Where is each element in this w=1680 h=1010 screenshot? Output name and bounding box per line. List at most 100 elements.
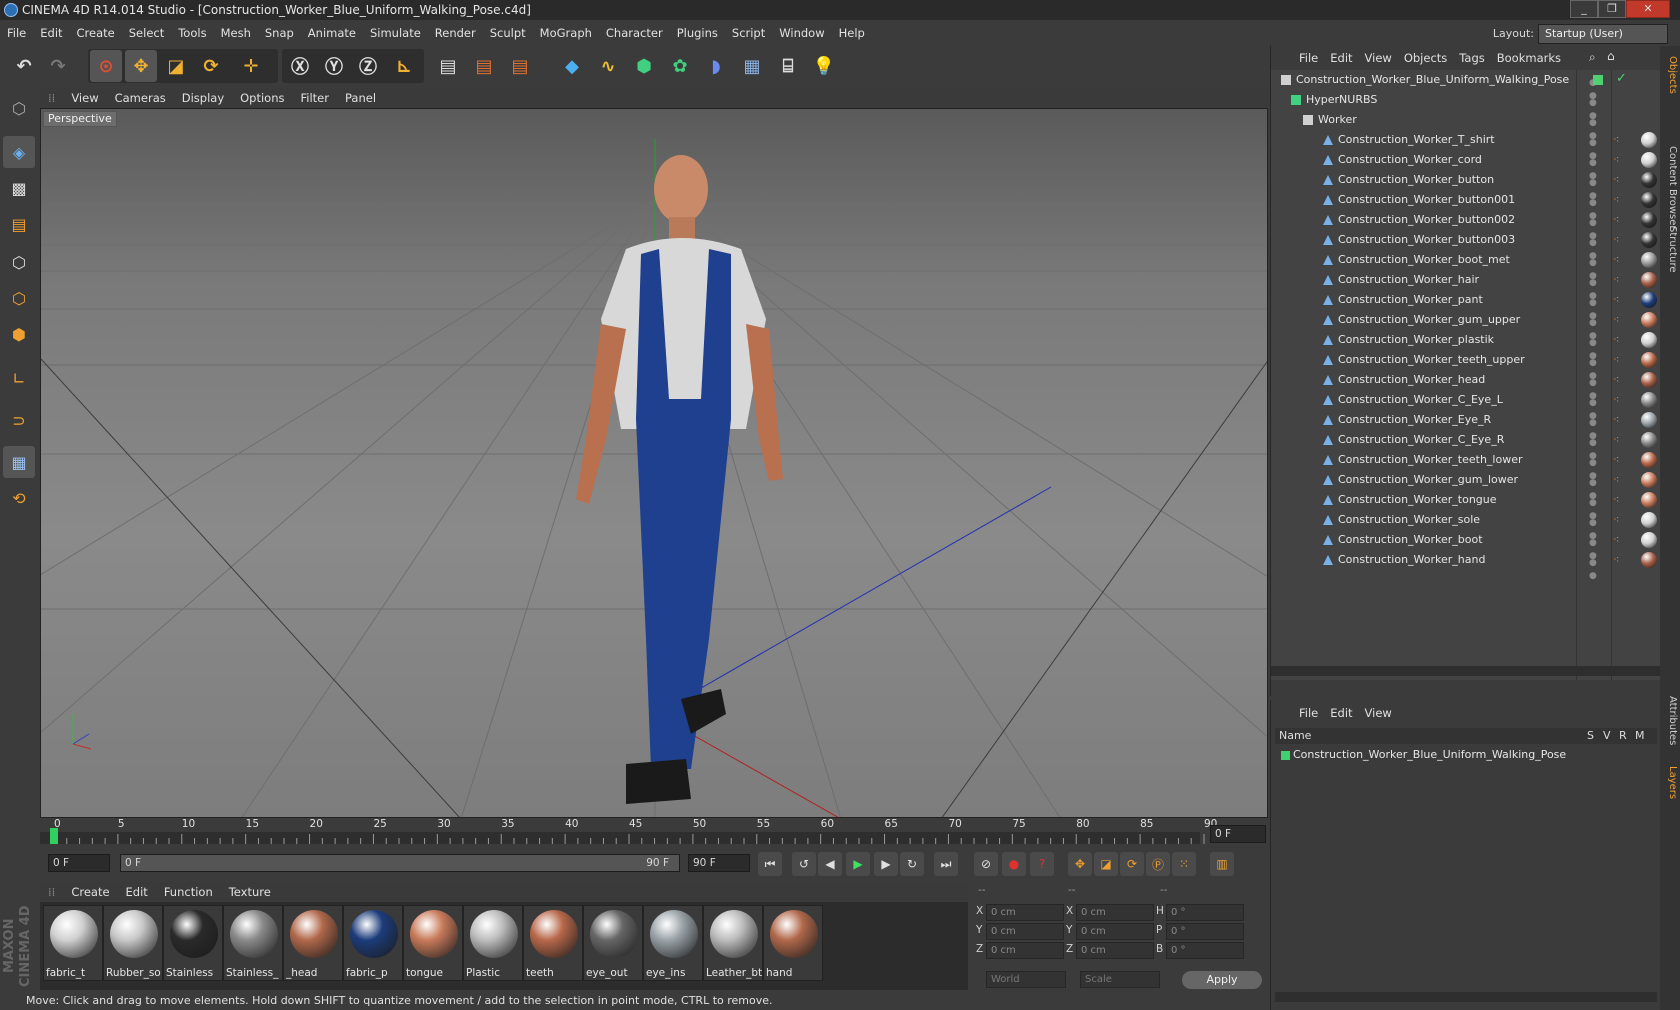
visibility-dots[interactable]: ● ●	[1589, 355, 1603, 381]
record-active-icon[interactable]: ●	[1002, 852, 1026, 876]
x-axis-icon[interactable]: Ⓧ	[284, 50, 316, 82]
object-row-root[interactable]: Construction_Worker_Blue_Uniform_Walking…	[1271, 70, 1576, 90]
object-row[interactable]: Construction_Worker_sole	[1271, 510, 1576, 530]
close-window-button[interactable]: ✕	[1626, 0, 1670, 18]
material-swatch[interactable]: eye_out	[583, 905, 643, 981]
model-mode-icon[interactable]: ◈	[3, 136, 35, 168]
floor-icon[interactable]: ▦	[736, 50, 768, 82]
material-tags[interactable]: ⁖	[1611, 310, 1661, 330]
home-icon[interactable]: ⌂	[1607, 49, 1615, 63]
object-menu-bookmarks[interactable]: Bookmarks	[1491, 48, 1567, 68]
go-to-start-icon[interactable]: ⏮	[758, 852, 782, 876]
timeline-ruler[interactable]: 0 5 10 15 20 25 30 35 40 45 50 55 60 65 70 75 80 85 90 0 F	[40, 818, 1268, 846]
visibility-dots[interactable]: ● ●	[1589, 515, 1603, 541]
coord-value-field[interactable]: 0 cm	[986, 942, 1064, 959]
nurbs-icon[interactable]: ⬢	[628, 50, 660, 82]
material-tags[interactable]: ⁖	[1611, 550, 1661, 570]
viewport-menu-filter[interactable]: Filter	[293, 88, 337, 108]
material-tags[interactable]: ⁖	[1611, 470, 1661, 490]
visibility-dots[interactable]: ● ●	[1589, 395, 1603, 421]
coord-mode-dropdown[interactable]: Scale	[1080, 971, 1160, 988]
key-pla-icon[interactable]: ⁙	[1172, 852, 1196, 876]
previous-key-icon[interactable]: ↺	[792, 852, 816, 876]
visibility-dots[interactable]: ● ●	[1589, 135, 1603, 161]
visibility-dots[interactable]: ● ●	[1589, 535, 1603, 561]
object-h-scrollbar[interactable]	[1271, 666, 1661, 676]
object-menu-tags[interactable]: Tags	[1453, 48, 1490, 68]
search-icon[interactable]: ⌕	[1589, 50, 1596, 65]
sidetab-content-browser[interactable]: Content Browser	[1662, 146, 1678, 229]
material-tags[interactable]: ⁖	[1611, 390, 1661, 410]
spline-pen-icon[interactable]: ∿	[592, 50, 624, 82]
material-swatch[interactable]: Stainless_	[223, 905, 283, 981]
material-menu-texture[interactable]: Texture	[221, 882, 279, 902]
snap-magnet-icon[interactable]: ⊃	[3, 404, 35, 436]
restore-button[interactable]: ❐	[1598, 0, 1626, 18]
object-row[interactable]: Construction_Worker_button001	[1271, 190, 1576, 210]
material-tags[interactable]: ⁖	[1611, 530, 1661, 550]
previous-frame-icon[interactable]: ◀	[818, 852, 842, 876]
visibility-dots[interactable]: ● ●	[1589, 235, 1603, 261]
visibility-dots[interactable]: ● ●	[1589, 295, 1603, 321]
add-tool-icon[interactable]: ✛	[235, 50, 267, 82]
material-tags[interactable]: ⁖	[1611, 450, 1661, 470]
menu-edit[interactable]: Edit	[33, 22, 69, 44]
material-menu-edit[interactable]: Edit	[118, 882, 156, 902]
object-menu-objects[interactable]: Objects	[1398, 48, 1453, 68]
visibility-dots[interactable]: ● ●	[1589, 115, 1603, 141]
visibility-dots[interactable]: ● ●	[1589, 475, 1603, 501]
cube-object-icon[interactable]: ◆	[556, 50, 588, 82]
object-row[interactable]: Construction_Worker_teeth_upper	[1271, 350, 1576, 370]
visibility-dots[interactable]: ● ●	[1589, 155, 1603, 181]
viewport-menu-display[interactable]: Display	[174, 88, 232, 108]
key-parameter-icon[interactable]: Ⓟ	[1146, 852, 1170, 876]
menu-tools[interactable]: Tools	[171, 22, 213, 44]
coordinate-system-icon[interactable]: ⊾	[388, 50, 420, 82]
object-row[interactable]: Construction_Worker_Eye_R	[1271, 410, 1576, 430]
material-swatch[interactable]: _head	[283, 905, 343, 981]
sidetab-layers[interactable]: Layers	[1662, 766, 1678, 799]
material-menu-function[interactable]: Function	[156, 882, 221, 902]
viewport-menu-options[interactable]: Options	[232, 88, 292, 108]
layer-menu-file[interactable]: File	[1293, 704, 1324, 722]
edges-mode-icon[interactable]: ⬡	[3, 282, 35, 314]
menu-animate[interactable]: Animate	[301, 22, 363, 44]
visibility-dots[interactable]: ● ●	[1589, 275, 1603, 301]
coord-value-field[interactable]: 0 cm	[1076, 923, 1154, 940]
menu-render[interactable]: Render	[428, 22, 483, 44]
menu-window[interactable]: Window	[772, 22, 831, 44]
object-menu-file[interactable]: File	[1293, 48, 1324, 68]
material-tags[interactable]: ⁖	[1611, 150, 1661, 170]
layer-h-scrollbar[interactable]	[1275, 992, 1657, 1002]
light-icon[interactable]: 💡	[808, 50, 840, 82]
object-row[interactable]: Construction_Worker_gum_upper	[1271, 310, 1576, 330]
material-swatch[interactable]: hand	[763, 905, 823, 981]
start-frame-field[interactable]: 0 F	[48, 854, 110, 872]
visibility-dots[interactable]: ● ●	[1589, 415, 1603, 441]
menu-file[interactable]: File	[0, 22, 33, 44]
material-swatch[interactable]: Stainless	[163, 905, 223, 981]
perspective-viewport[interactable]: Perspective	[40, 108, 1268, 818]
object-row[interactable]: Construction_Worker_hand	[1271, 550, 1576, 570]
sidetab-structure[interactable]: Structure	[1662, 226, 1678, 273]
record-position-icon[interactable]: ⊘	[974, 852, 998, 876]
coord-value-field[interactable]: 0 cm	[1076, 904, 1154, 921]
object-row[interactable]: Construction_Worker_plastik	[1271, 330, 1576, 350]
visibility-dots[interactable]: ● ●	[1589, 315, 1603, 341]
material-swatch[interactable]: teeth	[523, 905, 583, 981]
coord-system-dropdown[interactable]: World	[986, 971, 1066, 988]
material-swatch[interactable]: Plastic	[463, 905, 523, 981]
menu-help[interactable]: Help	[832, 22, 872, 44]
material-tags[interactable]: ⁖	[1611, 270, 1661, 290]
material-swatch[interactable]: tongue	[403, 905, 463, 981]
coord-value-field[interactable]: 0 cm	[986, 904, 1064, 921]
object-row[interactable]: Construction_Worker_C_Eye_L	[1271, 390, 1576, 410]
sidetab-attributes[interactable]: Attributes	[1662, 696, 1678, 745]
object-row-hypernurbs[interactable]: HyperNURBS	[1271, 90, 1576, 110]
visibility-dots[interactable]: ● ●	[1589, 375, 1603, 401]
object-row[interactable]: Construction_Worker_teeth_lower	[1271, 450, 1576, 470]
axis-mode-icon[interactable]: ∟	[3, 362, 35, 394]
render-view-icon[interactable]: ▤	[432, 50, 464, 82]
worker-figure[interactable]	[576, 155, 783, 804]
menu-snap[interactable]: Snap	[258, 22, 301, 44]
